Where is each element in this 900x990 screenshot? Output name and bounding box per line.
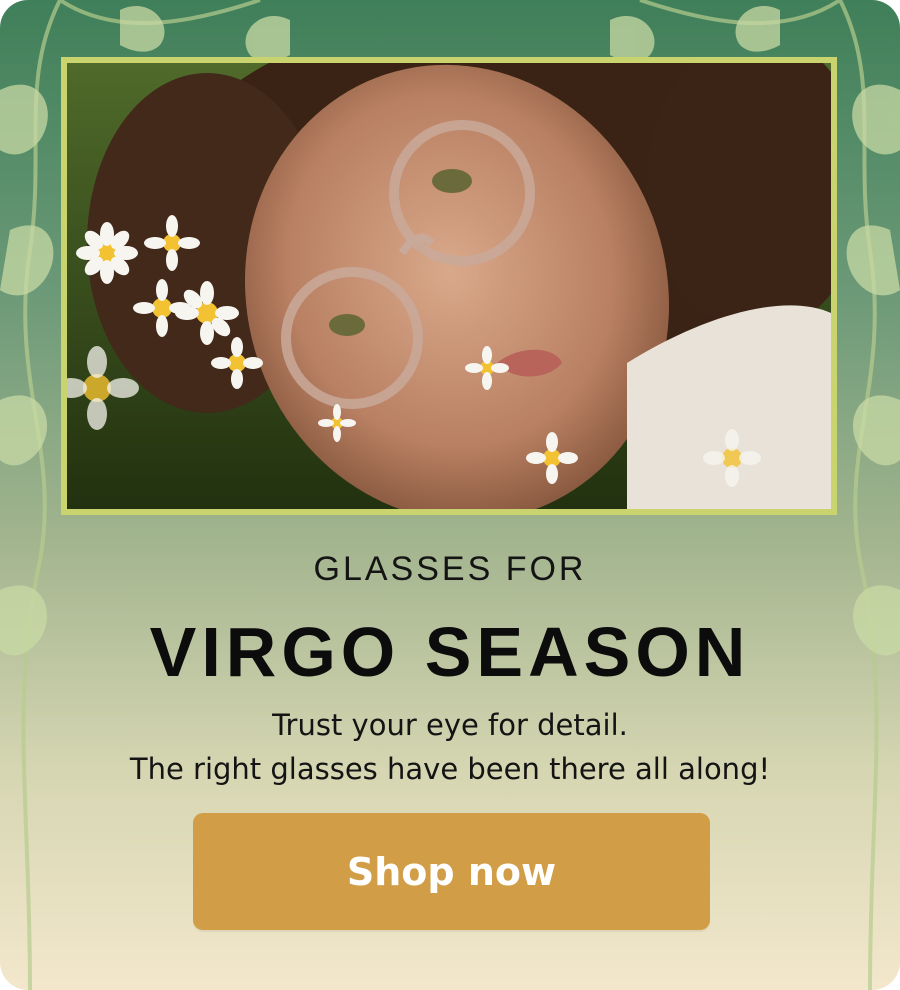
shop-now-button[interactable]: Shop now bbox=[193, 813, 710, 930]
promo-body-line-2: The right glasses have been there all al… bbox=[129, 752, 771, 786]
promo-headline: VIRGO SEASON bbox=[149, 613, 751, 691]
promo-card: GLASSES FOR VIRGO SEASON Trust your eye … bbox=[0, 0, 900, 990]
promo-kicker: GLASSES FOR bbox=[313, 550, 587, 588]
hero-photo bbox=[61, 57, 837, 515]
promo-body-line-1: Trust your eye for detail. bbox=[272, 708, 628, 742]
